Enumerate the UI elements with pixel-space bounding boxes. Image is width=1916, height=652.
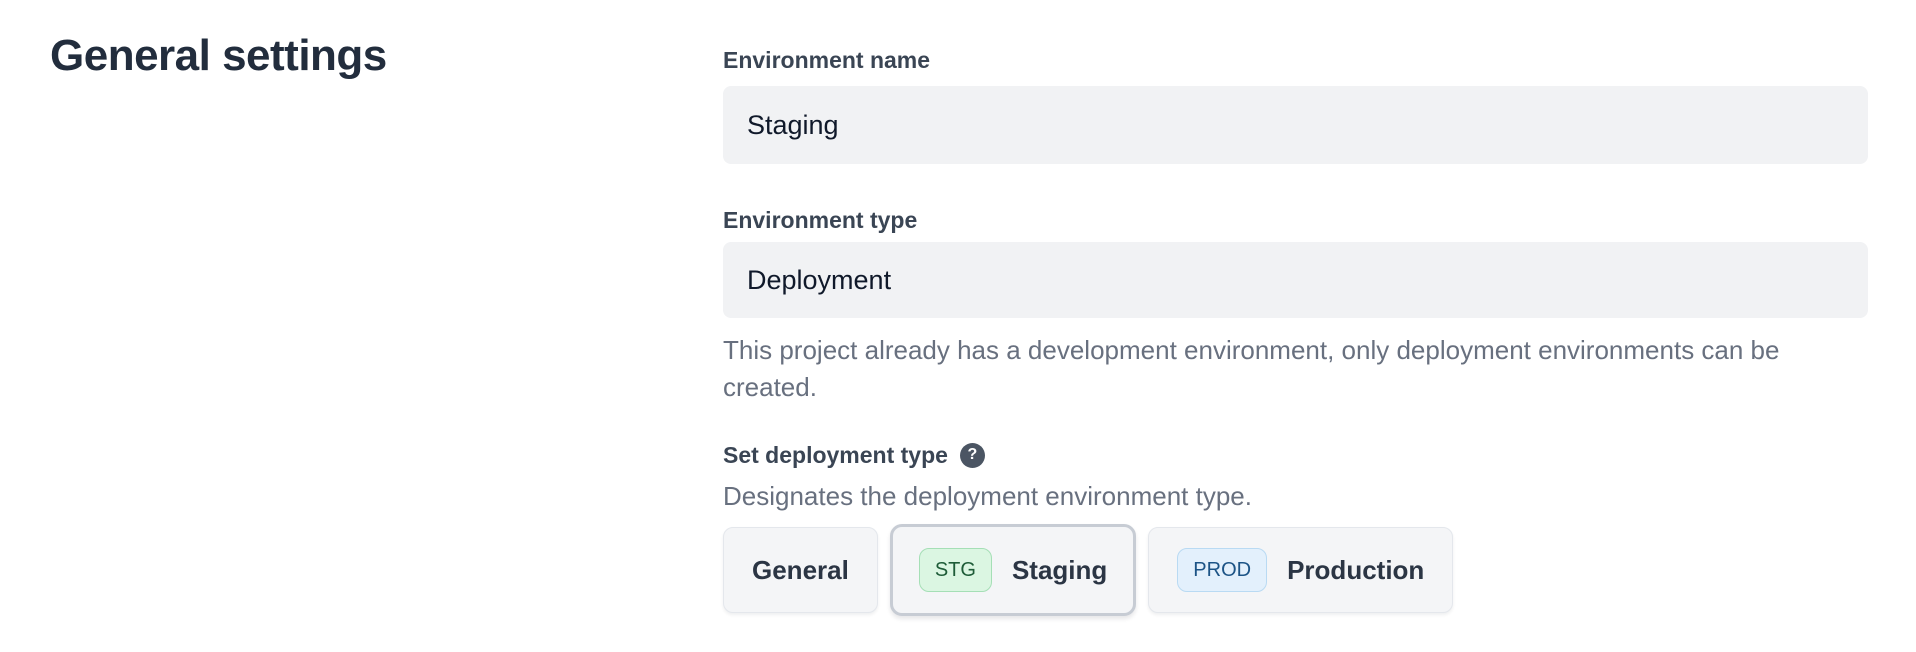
stg-badge: STG xyxy=(919,548,992,592)
set-deployment-type-label: Set deployment type xyxy=(723,441,948,469)
deployment-type-option-staging[interactable]: STG Staging xyxy=(890,524,1136,616)
deployment-type-option-general[interactable]: General xyxy=(723,527,878,613)
deployment-type-options: General STG Staging PROD Production xyxy=(723,524,1868,616)
environment-name-label: Environment name xyxy=(723,46,1868,74)
question-mark-icon[interactable]: ? xyxy=(960,443,985,468)
deployment-type-description: Designates the deployment environment ty… xyxy=(723,480,1868,512)
environment-type-help-text: This project already has a development e… xyxy=(723,332,1868,406)
environment-type-label: Environment type xyxy=(723,206,1868,234)
prod-badge: PROD xyxy=(1177,548,1267,592)
deployment-type-option-production[interactable]: PROD Production xyxy=(1148,527,1453,613)
environment-name-input[interactable] xyxy=(723,86,1868,164)
general-settings-page: General settings Environment name Enviro… xyxy=(0,0,1916,616)
deployment-type-option-general-label: General xyxy=(752,555,849,586)
deployment-type-option-production-label: Production xyxy=(1287,555,1424,586)
set-deployment-type-row: Set deployment type ? xyxy=(723,440,1868,470)
page-title: General settings xyxy=(50,32,723,80)
deployment-type-option-staging-label: Staging xyxy=(1012,555,1107,586)
environment-type-input[interactable] xyxy=(723,242,1868,318)
settings-form: Environment name Environment type This p… xyxy=(723,30,1868,616)
settings-section-header: General settings xyxy=(50,30,723,616)
